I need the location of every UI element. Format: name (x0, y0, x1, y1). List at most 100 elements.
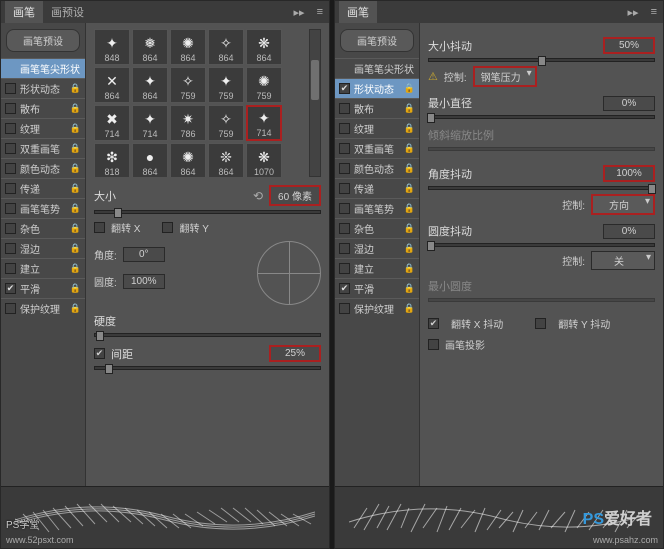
brush-thumbnail[interactable]: ✧759 (208, 105, 244, 141)
lock-icon[interactable]: 🔒 (404, 223, 415, 234)
angle-jitter-field[interactable]: 100% (603, 165, 655, 182)
brush-thumbnail[interactable]: ✖714 (94, 105, 130, 141)
size-jitter-field[interactable]: 50% (603, 37, 655, 54)
sidebar-item-check-icon[interactable]: ✔ (339, 83, 350, 94)
sidebar-item-check-icon[interactable] (339, 163, 350, 174)
sidebar-item-check-icon[interactable] (339, 223, 350, 234)
size-jitter-slider[interactable] (428, 58, 655, 62)
size-slider[interactable] (94, 210, 321, 214)
brush-thumbnail[interactable]: ❇818 (94, 143, 130, 177)
tab-brush-presets[interactable]: 画预设 (43, 1, 92, 23)
sidebar-item[interactable]: 颜色动态🔒 (1, 158, 85, 178)
sidebar-item[interactable]: 画笔笔势🔒 (335, 198, 419, 218)
sidebar-item-check-icon[interactable] (5, 263, 16, 274)
hardness-slider[interactable] (94, 333, 321, 337)
control-angle-dropdown[interactable]: 方向 (591, 194, 655, 215)
sidebar-item-check-icon[interactable] (5, 103, 16, 114)
lock-icon[interactable]: 🔒 (70, 263, 81, 274)
lock-icon[interactable]: 🔒 (404, 283, 415, 294)
sidebar-item-check-icon[interactable] (5, 183, 16, 194)
reset-size-icon[interactable]: ⟲ (253, 189, 263, 203)
sidebar-item[interactable]: 颜色动态🔒 (335, 158, 419, 178)
control-roundness-dropdown[interactable]: 关 (591, 251, 655, 270)
sidebar-item[interactable]: 传递🔒 (335, 178, 419, 198)
sidebar-item[interactable]: 画笔笔势🔒 (1, 198, 85, 218)
lock-icon[interactable]: 🔒 (70, 83, 81, 94)
lock-icon[interactable]: 🔒 (404, 303, 415, 314)
flip-y-jitter-checkbox[interactable] (535, 318, 546, 329)
brush-thumbnail[interactable]: ✺864 (170, 29, 206, 65)
sidebar-item[interactable]: 杂色🔒 (1, 218, 85, 238)
sidebar-item-check-icon[interactable] (5, 143, 16, 154)
lock-icon[interactable]: 🔒 (404, 263, 415, 274)
lock-icon[interactable]: 🔒 (70, 103, 81, 114)
brush-scrollbar[interactable] (309, 29, 321, 177)
lock-icon[interactable]: 🔒 (70, 183, 81, 194)
spacing-slider[interactable] (94, 366, 321, 370)
sidebar-item[interactable]: 纹理🔒 (335, 118, 419, 138)
lock-icon[interactable]: 🔒 (70, 223, 81, 234)
brush-thumbnail[interactable]: ✦714 (246, 105, 282, 141)
control-size-dropdown[interactable]: 钢笔压力 (473, 66, 537, 87)
sidebar-item-check-icon[interactable]: ✔ (339, 283, 350, 294)
tab-brush[interactable]: 画笔 (339, 1, 377, 23)
lock-icon[interactable]: 🔒 (70, 163, 81, 174)
lock-icon[interactable]: 🔒 (70, 143, 81, 154)
sidebar-item[interactable]: 传递🔒 (1, 178, 85, 198)
sidebar-item[interactable]: ✔平滑🔒 (1, 278, 85, 298)
brush-thumbnail[interactable]: ❊864 (208, 143, 244, 177)
sidebar-item-check-icon[interactable]: ✔ (5, 283, 16, 294)
sidebar-item-check-icon[interactable] (339, 303, 350, 314)
sidebar-item-check-icon[interactable] (5, 163, 16, 174)
sidebar-item-check-icon[interactable] (5, 243, 16, 254)
sidebar-item[interactable]: 保护纹理🔒 (1, 298, 85, 318)
lock-icon[interactable]: 🔒 (404, 243, 415, 254)
lock-icon[interactable]: 🔒 (404, 203, 415, 214)
brush-thumbnail[interactable]: ❅864 (132, 29, 168, 65)
brush-thumbnail[interactable]: ✺759 (246, 67, 282, 103)
sidebar-item-check-icon[interactable] (339, 143, 350, 154)
spacing-checkbox[interactable]: ✔ (94, 348, 105, 359)
brush-thumbnail[interactable]: ✦864 (132, 67, 168, 103)
sidebar-item-check-icon[interactable] (5, 123, 16, 134)
lock-icon[interactable]: 🔒 (70, 203, 81, 214)
lock-icon[interactable]: 🔒 (404, 103, 415, 114)
sidebar-item[interactable]: 散布🔒 (335, 98, 419, 118)
sidebar-item-check-icon[interactable] (339, 103, 350, 114)
flip-x-checkbox[interactable] (94, 222, 105, 233)
min-diameter-field[interactable]: 0% (603, 96, 655, 111)
sidebar-item-check-icon[interactable] (5, 223, 16, 234)
sidebar-item[interactable]: 建立🔒 (1, 258, 85, 278)
sidebar-item-check-icon[interactable] (339, 263, 350, 274)
brush-thumbnail[interactable]: ✦848 (94, 29, 130, 65)
brush-thumbnail[interactable]: ✧759 (170, 67, 206, 103)
panel-menu-icon[interactable]: ≡ (311, 6, 329, 18)
size-field[interactable]: 60 像素 (269, 185, 321, 206)
brush-preset-button[interactable]: 画笔预设 (6, 29, 80, 52)
lock-icon[interactable]: 🔒 (70, 243, 81, 254)
brush-projection-checkbox[interactable] (428, 339, 439, 350)
sidebar-item-check-icon[interactable] (5, 203, 16, 214)
sidebar-item-check-icon[interactable] (339, 203, 350, 214)
sidebar-item-check-icon[interactable] (339, 243, 350, 254)
angle-widget[interactable] (257, 241, 321, 305)
lock-icon[interactable]: 🔒 (404, 83, 415, 94)
sidebar-item-check-icon[interactable] (5, 303, 16, 314)
roundness-jitter-field[interactable]: 0% (603, 224, 655, 239)
sidebar-item[interactable]: 保护纹理🔒 (335, 298, 419, 318)
collapse-icon[interactable]: ▸▸ (288, 6, 311, 19)
min-diameter-slider[interactable] (428, 115, 655, 119)
sidebar-item[interactable]: 建立🔒 (335, 258, 419, 278)
sidebar-item[interactable]: 画笔笔尖形状 (1, 58, 85, 78)
brush-thumbnail[interactable]: ✦714 (132, 105, 168, 141)
brush-thumbnail[interactable]: ✷786 (170, 105, 206, 141)
brush-thumbnail[interactable]: ❋864 (246, 29, 282, 65)
angle-jitter-slider[interactable] (428, 186, 655, 190)
sidebar-item-check-icon[interactable] (339, 183, 350, 194)
sidebar-item[interactable]: ✔平滑🔒 (335, 278, 419, 298)
sidebar-item[interactable]: 杂色🔒 (335, 218, 419, 238)
sidebar-item[interactable]: 画笔笔尖形状 (335, 58, 419, 78)
sidebar-item[interactable]: 散布🔒 (1, 98, 85, 118)
brush-preset-button[interactable]: 画笔预设 (340, 29, 414, 52)
sidebar-item-check-icon[interactable] (5, 83, 16, 94)
